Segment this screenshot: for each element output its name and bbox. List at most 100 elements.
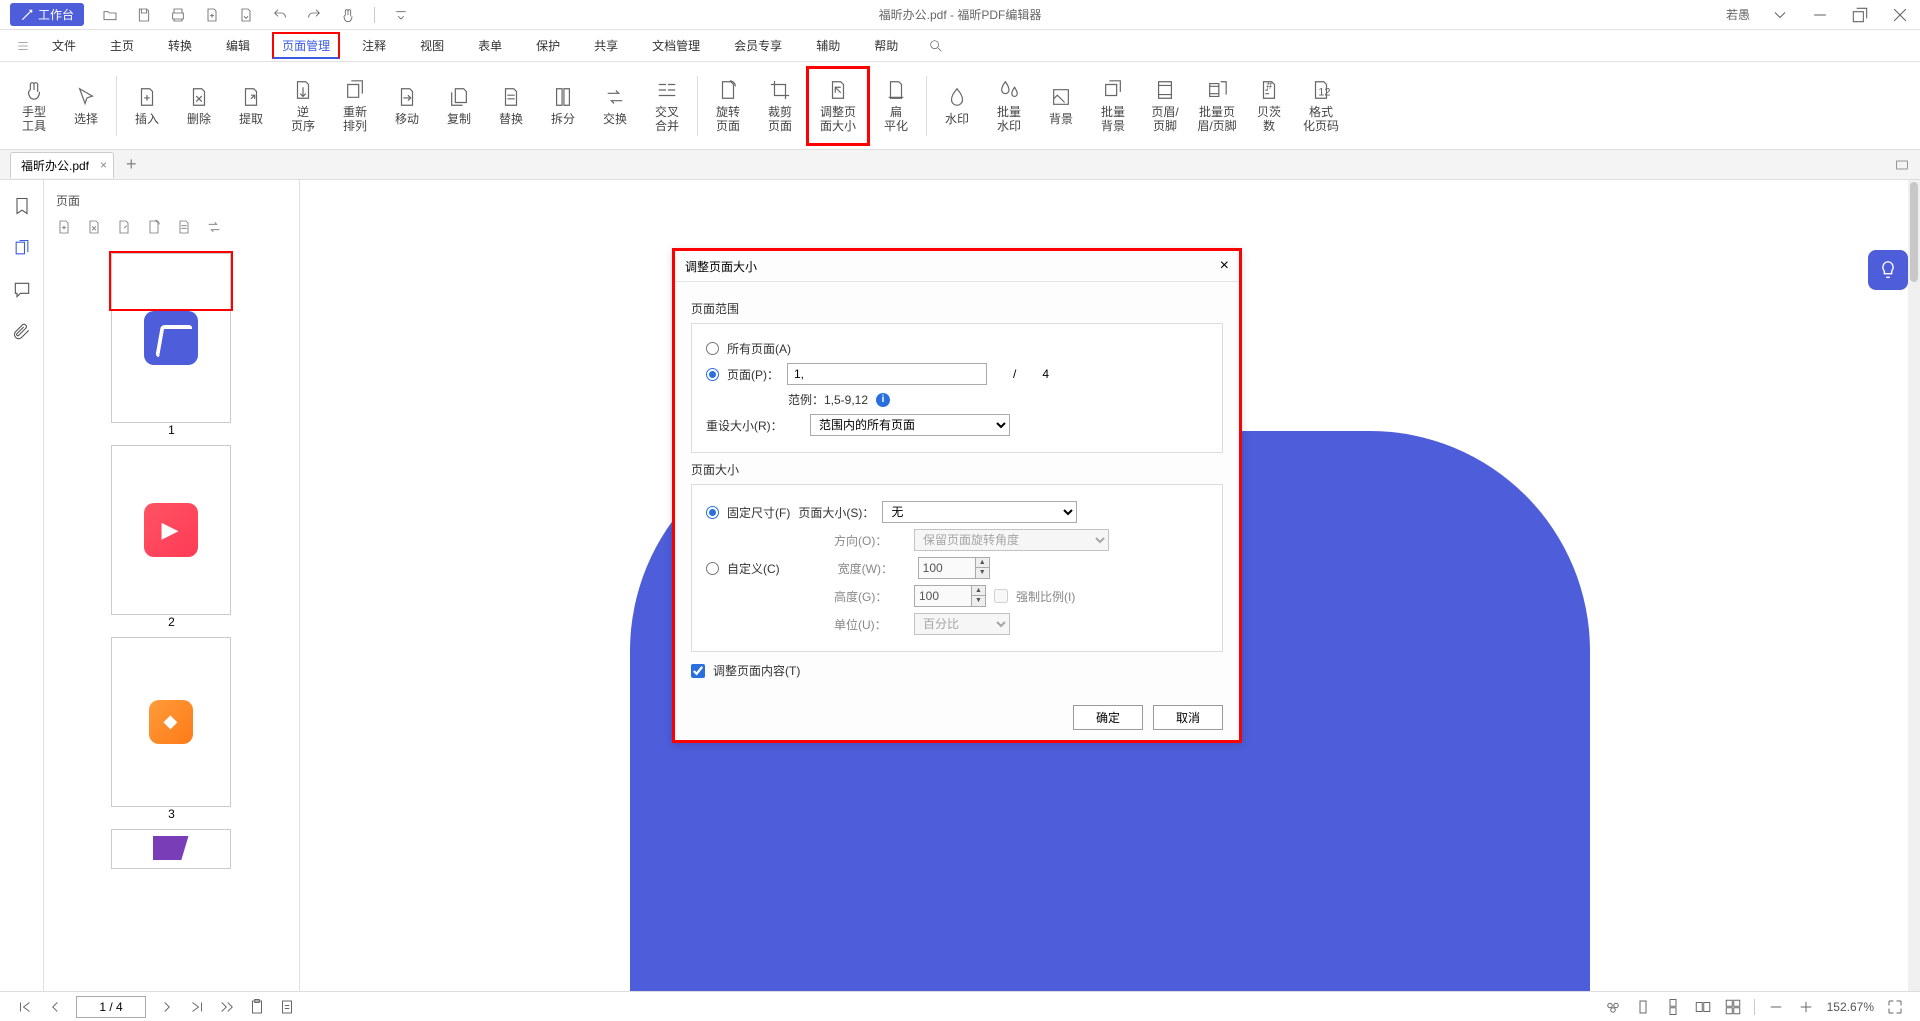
ribbon-batch-hf[interactable]: 批量页眉/页脚 <box>1191 66 1243 146</box>
thumb-swap-icon[interactable] <box>206 219 222 235</box>
ribbon-merge[interactable]: 交叉合并 <box>641 66 693 146</box>
open-folder-icon[interactable] <box>102 7 118 23</box>
tab-close-icon[interactable]: × <box>100 158 107 172</box>
comment-panel-icon[interactable] <box>12 280 32 300</box>
first-page-icon[interactable] <box>16 998 34 1016</box>
menu-form[interactable]: 表单 <box>466 31 514 60</box>
info-icon[interactable]: i <box>876 393 890 407</box>
thumb-replace-icon[interactable] <box>176 219 192 235</box>
ribbon-delete[interactable]: 删除 <box>173 66 225 146</box>
zoom-in-icon[interactable] <box>1797 998 1815 1016</box>
color-icon[interactable] <box>1604 998 1622 1016</box>
tab-overflow-icon[interactable] <box>1894 157 1910 173</box>
ribbon-swap[interactable]: 交换 <box>589 66 641 146</box>
thumb-delete-icon[interactable] <box>86 219 102 235</box>
checkbox-adjust-content[interactable] <box>691 664 705 678</box>
thumb-page-3[interactable]: 3 <box>111 637 233 821</box>
clipboard-icon[interactable] <box>248 998 266 1016</box>
menu-member[interactable]: 会员专享 <box>722 31 794 60</box>
attachment-icon[interactable] <box>12 322 32 342</box>
ribbon-batch-background[interactable]: 批量背景 <box>1087 66 1139 146</box>
zoom-out-icon[interactable] <box>1767 998 1785 1016</box>
thumb-page-1[interactable]: 1 <box>111 253 233 437</box>
maximize-icon[interactable] <box>1850 5 1870 25</box>
hand-icon[interactable] <box>340 7 356 23</box>
menu-convert[interactable]: 转换 <box>156 31 204 60</box>
menu-protect[interactable]: 保护 <box>524 31 572 60</box>
next-page-icon[interactable] <box>158 998 176 1016</box>
undo-icon[interactable] <box>272 7 288 23</box>
tab-add-button[interactable]: + <box>126 154 137 175</box>
menu-page-manage[interactable]: 页面管理 <box>272 32 340 59</box>
menu-share[interactable]: 共享 <box>582 31 630 60</box>
menu-comment[interactable]: 注释 <box>350 31 398 60</box>
workspace-button[interactable]: 工作台 <box>10 3 84 26</box>
radio-pages[interactable] <box>706 368 719 381</box>
close-icon[interactable] <box>1890 5 1910 25</box>
qat-dropdown-icon[interactable] <box>393 7 409 23</box>
vertical-scrollbar[interactable] <box>1908 180 1920 991</box>
ribbon-resize-page[interactable]: 调整页面大小 <box>806 66 870 146</box>
ribbon-header-footer[interactable]: 页眉/页脚 <box>1139 66 1191 146</box>
doc-arrow-icon[interactable] <box>238 7 254 23</box>
ribbon-reverse[interactable]: 逆页序 <box>277 66 329 146</box>
file-tab[interactable]: 福昕办公.pdf × <box>10 152 114 178</box>
select-page-size[interactable]: 无 <box>882 501 1077 523</box>
thumb-rotate-icon[interactable] <box>146 219 162 235</box>
thumb-page-4[interactable] <box>111 829 233 869</box>
page-input[interactable] <box>76 996 146 1018</box>
pages-panel-icon[interactable] <box>12 238 32 258</box>
select-resize[interactable]: 范围内的所有页面 <box>810 414 1010 436</box>
cancel-button[interactable]: 取消 <box>1153 705 1223 730</box>
dialog-close-icon[interactable]: × <box>1220 257 1229 275</box>
radio-custom[interactable] <box>706 562 719 575</box>
menu-assist[interactable]: 辅助 <box>804 31 852 60</box>
user-name[interactable]: 若愚 <box>1726 6 1750 23</box>
last-page-icon[interactable] <box>188 998 206 1016</box>
ribbon-extract[interactable]: 提取 <box>225 66 277 146</box>
ribbon-move[interactable]: 移动 <box>381 66 433 146</box>
two-page-icon[interactable] <box>1694 998 1712 1016</box>
prev-page-icon[interactable] <box>46 998 64 1016</box>
thumb-insert-icon[interactable] <box>56 219 72 235</box>
ribbon-watermark[interactable]: 水印 <box>931 66 983 146</box>
search-icon[interactable] <box>928 38 944 54</box>
user-dropdown-icon[interactable] <box>1770 5 1790 25</box>
single-view-icon[interactable] <box>1634 998 1652 1016</box>
clipboard2-icon[interactable] <box>278 998 296 1016</box>
fit-icon[interactable] <box>1886 998 1904 1016</box>
ribbon-background[interactable]: 背景 <box>1035 66 1087 146</box>
ribbon-pagenumber[interactable]: 12格式化页码 <box>1295 66 1347 146</box>
ribbon-hand-tool[interactable]: 手型工具 <box>8 66 60 146</box>
menu-edit[interactable]: 编辑 <box>214 31 262 60</box>
ribbon-bates[interactable]: #贝茨数 <box>1243 66 1295 146</box>
thumb-extract-icon[interactable] <box>116 219 132 235</box>
redo-icon[interactable] <box>306 7 322 23</box>
continuous-view-icon[interactable] <box>1664 998 1682 1016</box>
ribbon-rotate[interactable]: 旋转页面 <box>702 66 754 146</box>
ok-button[interactable]: 确定 <box>1073 705 1143 730</box>
ribbon-insert[interactable]: 插入 <box>121 66 173 146</box>
spinner-height[interactable]: ▲▼ <box>914 585 986 607</box>
print-icon[interactable] <box>170 7 186 23</box>
ribbon-flatten[interactable]: 扁平化 <box>870 66 922 146</box>
hamburger-icon[interactable] <box>16 39 30 53</box>
thumb-page-2[interactable]: 2 <box>111 445 233 629</box>
doc-plus-icon[interactable] <box>204 7 220 23</box>
ribbon-copy[interactable]: 复制 <box>433 66 485 146</box>
ribbon-reorder[interactable]: 重新排列 <box>329 66 381 146</box>
minimize-icon[interactable] <box>1810 5 1830 25</box>
radio-all-pages[interactable] <box>706 342 719 355</box>
fast-next-icon[interactable] <box>218 998 236 1016</box>
spinner-width[interactable]: ▲▼ <box>918 557 990 579</box>
menu-docmanage[interactable]: 文档管理 <box>640 31 712 60</box>
help-bulb-button[interactable] <box>1868 250 1908 290</box>
ribbon-replace[interactable]: 替换 <box>485 66 537 146</box>
two-continuous-icon[interactable] <box>1724 998 1742 1016</box>
menu-home[interactable]: 主页 <box>98 31 146 60</box>
input-pages[interactable] <box>787 363 987 385</box>
ribbon-split[interactable]: 拆分 <box>537 66 589 146</box>
radio-fixed[interactable] <box>706 506 719 519</box>
menu-file[interactable]: 文件 <box>40 31 88 60</box>
menu-view[interactable]: 视图 <box>408 31 456 60</box>
